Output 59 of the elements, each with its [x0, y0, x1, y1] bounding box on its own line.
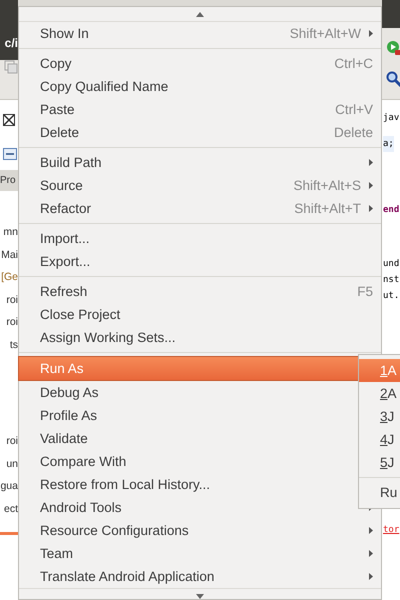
- menu-item[interactable]: Refactor Shift+Alt+T: [19, 197, 381, 220]
- tree-item: mn: [3, 225, 18, 240]
- code-line: ut.: [383, 290, 400, 303]
- code-line: jav: [383, 112, 400, 125]
- menu-item[interactable]: Copy Ctrl+C: [19, 52, 381, 75]
- code-line: tor: [383, 524, 400, 537]
- submenu-arrow-icon: [369, 527, 373, 534]
- menu-item[interactable]: Import...: [19, 227, 381, 250]
- tree-item: roi: [6, 434, 18, 449]
- menu-item[interactable]: Build Path: [19, 151, 381, 174]
- menu-item[interactable]: 3J: [359, 405, 400, 428]
- shortcut-label: Shift+Alt+W: [290, 26, 361, 41]
- menu-item[interactable]: 5J: [359, 451, 400, 474]
- code-line: end: [383, 204, 400, 217]
- menu-item[interactable]: Translate Android Application: [19, 565, 381, 588]
- menu-item[interactable]: Export...: [19, 250, 381, 273]
- shortcut-label: Ctrl+V: [335, 102, 373, 117]
- shortcut-label: Delete: [334, 125, 373, 140]
- shortcut-label: F5: [357, 284, 373, 299]
- code-line: nst: [383, 274, 400, 287]
- shortcut-label: Shift+Alt+S: [293, 178, 361, 193]
- submenu-arrow-icon: [369, 550, 373, 557]
- title-bar: [382, 0, 400, 28]
- submenu-arrow-icon: [369, 205, 373, 212]
- menu-item[interactable]: Resource Configurations: [19, 519, 381, 542]
- run-icon: [386, 40, 400, 56]
- menu-item[interactable]: 2A: [359, 382, 400, 405]
- menu-item[interactable]: Paste Ctrl+V: [19, 98, 381, 121]
- submenu-arrow-icon: [369, 182, 373, 189]
- menu-item[interactable]: Ru: [359, 481, 400, 504]
- shortcut-label: Shift+Alt+T: [294, 201, 361, 216]
- tree-item: [Ge: [1, 270, 18, 285]
- window-title: c/i: [4, 36, 18, 52]
- submenu-arrow-icon: [369, 30, 373, 37]
- menu-item[interactable]: Source Shift+Alt+S: [19, 174, 381, 197]
- tree-item: Mai: [1, 248, 18, 262]
- tree-item: un: [6, 456, 18, 472]
- menu-item[interactable]: Assign Working Sets...: [19, 326, 381, 349]
- code-line: und: [383, 258, 400, 271]
- tree-item: roi: [6, 315, 18, 330]
- scroll-up-icon: [196, 12, 204, 16]
- view-tab[interactable]: Pro: [0, 170, 18, 191]
- tree-item: ts: [10, 338, 18, 352]
- shortcut-label: Ctrl+C: [334, 56, 373, 71]
- tree-item: gua: [0, 479, 18, 494]
- close-icon: [3, 114, 15, 126]
- menu-item[interactable]: Copy Qualified Name: [19, 75, 381, 98]
- search-icon: [386, 71, 400, 87]
- menu-item[interactable]: Refresh F5: [19, 280, 381, 303]
- tree-item: ect: [4, 502, 18, 516]
- submenu-arrow-icon: [369, 159, 373, 166]
- menu-item[interactable]: Show In Shift+Alt+W: [19, 22, 381, 45]
- menu-item[interactable]: 4J: [359, 428, 400, 451]
- tree-item: roi: [6, 292, 18, 308]
- menu-item[interactable]: Team: [19, 542, 381, 565]
- scroll-down-icon: [196, 594, 204, 598]
- menu-item[interactable]: Delete Delete: [19, 121, 381, 144]
- menu-item[interactable]: Close Project: [19, 303, 381, 326]
- submenu-arrow-icon: [369, 573, 373, 580]
